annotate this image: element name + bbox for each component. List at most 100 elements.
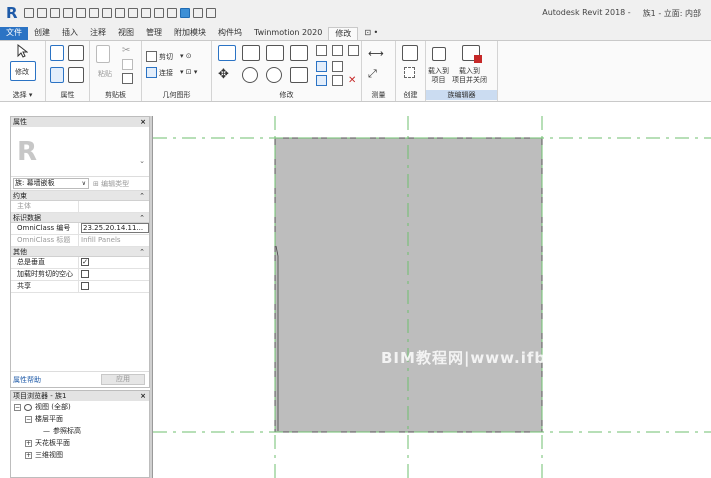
pin-icon[interactable]: [348, 45, 359, 56]
switch-windows-icon[interactable]: [206, 8, 216, 18]
collapse-toggle-icon[interactable]: −: [14, 403, 21, 411]
tree-item-ref-level[interactable]: — 参照标高: [11, 425, 149, 437]
measure-icon[interactable]: [102, 8, 112, 18]
sync-icon[interactable]: [50, 8, 60, 18]
load-into-project-button[interactable]: 载入到 项目: [428, 67, 449, 85]
tab-addins[interactable]: 附加模块: [168, 27, 212, 40]
prop-key: OmniClass 编号: [11, 223, 79, 234]
cut-geometry-label[interactable]: 剪切: [159, 52, 173, 62]
drawing-canvas[interactable]: BIM教程网|www.ifbim.com: [152, 116, 711, 478]
apply-button[interactable]: 应用: [101, 374, 145, 385]
panel-geometry: 剪切 ▾ ⊙ 连接 ▾ ⊡ ▾ 几何图形: [142, 41, 212, 101]
tree-item-ceiling-plans[interactable]: + 天花板平面: [11, 437, 149, 449]
shared-checkbox[interactable]: [81, 282, 89, 290]
group-other[interactable]: 其他 ⌃: [11, 247, 149, 257]
dimension-icon[interactable]: [115, 8, 125, 18]
offset-icon[interactable]: [242, 45, 260, 61]
browser-title: 项目浏览器 - 族1: [13, 392, 67, 400]
cut-dropdown-icon[interactable]: ▾ ⊙: [180, 52, 192, 60]
tab-create[interactable]: 创建: [28, 27, 56, 40]
move-icon[interactable]: ✥: [218, 67, 229, 82]
ribbon-tabs: 文件 创建 插入 注释 视图 管理 附加模块 构件坞 Twinmotion 20…: [0, 26, 711, 40]
print-icon[interactable]: [89, 8, 99, 18]
array-icon[interactable]: [316, 61, 327, 72]
tab-insert[interactable]: 插入: [56, 27, 84, 40]
expand-toggle-icon[interactable]: +: [25, 451, 32, 459]
split-icon[interactable]: [316, 45, 327, 56]
omniclass-number-field[interactable]: 23.25.20.14.11...: [81, 223, 149, 233]
section-icon[interactable]: [167, 8, 177, 18]
copy-icon[interactable]: [122, 59, 133, 70]
join-geometry-label[interactable]: 连接: [159, 68, 173, 78]
tab-modify[interactable]: 修改: [328, 27, 359, 40]
load-into-project-close-button[interactable]: 载入到 项目并关闭: [452, 67, 487, 85]
properties-title: 属性: [13, 118, 27, 126]
cut-voids-checkbox[interactable]: [81, 270, 89, 278]
tag-icon[interactable]: [128, 8, 138, 18]
type-parameters-icon[interactable]: [68, 67, 84, 83]
tree-item-floor-plans[interactable]: − 楼层平面: [11, 413, 149, 425]
tab-annotate[interactable]: 注释: [84, 27, 112, 40]
tab-manage[interactable]: 管理: [140, 27, 168, 40]
paste-icon[interactable]: [96, 45, 110, 63]
properties-icon[interactable]: [50, 45, 64, 61]
prop-value: Infill Panels: [81, 236, 121, 244]
dimension-aligned-icon[interactable]: ⤢: [368, 67, 377, 81]
panel-label-select[interactable]: 选择 ▾: [0, 90, 45, 100]
group-identity-data[interactable]: 标识数据 ⌃: [11, 213, 149, 223]
group-constraints[interactable]: 约束 ⌃: [11, 191, 149, 201]
modify-button[interactable]: 修改: [10, 61, 36, 81]
split-gap-icon[interactable]: [332, 45, 343, 56]
align-icon[interactable]: [218, 45, 236, 61]
open-icon[interactable]: [24, 8, 34, 18]
close-hidden-icon[interactable]: [193, 8, 203, 18]
save-icon[interactable]: [37, 8, 47, 18]
properties-help-link[interactable]: 属性帮助: [13, 375, 41, 385]
join-dropdown-icon[interactable]: ▾ ⊡ ▾: [180, 68, 197, 76]
tree-item-3d-views[interactable]: + 三维视图: [11, 449, 149, 461]
quick-access-toolbar: [24, 8, 216, 18]
family-types-icon[interactable]: [50, 67, 64, 83]
family-category-icon[interactable]: [68, 45, 84, 61]
load-into-project-icon[interactable]: [432, 47, 446, 61]
match-type-icon[interactable]: [122, 73, 133, 84]
tab-file[interactable]: 文件: [0, 27, 28, 40]
trim-single-icon[interactable]: [316, 75, 327, 86]
cut-geometry-icon[interactable]: [146, 51, 157, 62]
measure-between-icon[interactable]: ⟷: [368, 47, 384, 60]
trim-extend-icon[interactable]: [290, 67, 308, 83]
copy-element-icon[interactable]: [242, 67, 258, 83]
mirror-draw-icon[interactable]: [290, 45, 308, 61]
trim-multiple-icon[interactable]: [332, 75, 343, 86]
undo-icon[interactable]: [63, 8, 73, 18]
cut-clip-icon[interactable]: ✂: [122, 45, 130, 56]
properties-footer: 属性帮助 应用: [11, 371, 149, 387]
3d-view-icon[interactable]: [154, 8, 164, 18]
always-vertical-checkbox[interactable]: ✓: [81, 258, 89, 266]
redo-icon[interactable]: [76, 8, 86, 18]
title-bar: R Autodesk Revit 2018 - 族1 - 立面: 内部: [0, 0, 711, 26]
scale-icon[interactable]: [332, 61, 343, 72]
text-icon[interactable]: [141, 8, 151, 18]
tab-contextual[interactable]: ⊡ •: [358, 27, 384, 40]
create-group-icon[interactable]: [402, 45, 418, 61]
browser-close-icon[interactable]: ×: [140, 391, 146, 401]
rotate-icon[interactable]: [266, 67, 282, 83]
collapse-toggle-icon[interactable]: −: [25, 415, 32, 423]
type-dropdown-icon[interactable]: ⌄: [139, 157, 145, 165]
tab-twinmotion[interactable]: Twinmotion 2020: [248, 27, 328, 40]
tree-item-views[interactable]: − 视图 (全部): [11, 401, 149, 413]
expand-toggle-icon[interactable]: +: [25, 439, 32, 447]
properties-close-icon[interactable]: ×: [140, 117, 146, 127]
delete-icon[interactable]: ✕: [348, 75, 356, 86]
tab-components[interactable]: 构件坞: [212, 27, 248, 40]
thin-lines-icon[interactable]: [180, 8, 190, 18]
revit-logo-icon[interactable]: R: [6, 4, 20, 22]
family-type-selector[interactable]: 族: 幕墙嵌板 ∨: [13, 178, 89, 189]
join-geometry-icon[interactable]: [146, 67, 157, 78]
mirror-axis-icon[interactable]: [266, 45, 284, 61]
edit-type-button[interactable]: ⊞ 编辑类型: [93, 179, 129, 189]
collapse-icon: ⌃: [139, 248, 145, 256]
create-similar-icon[interactable]: [404, 67, 415, 78]
tab-view[interactable]: 视图: [112, 27, 140, 40]
